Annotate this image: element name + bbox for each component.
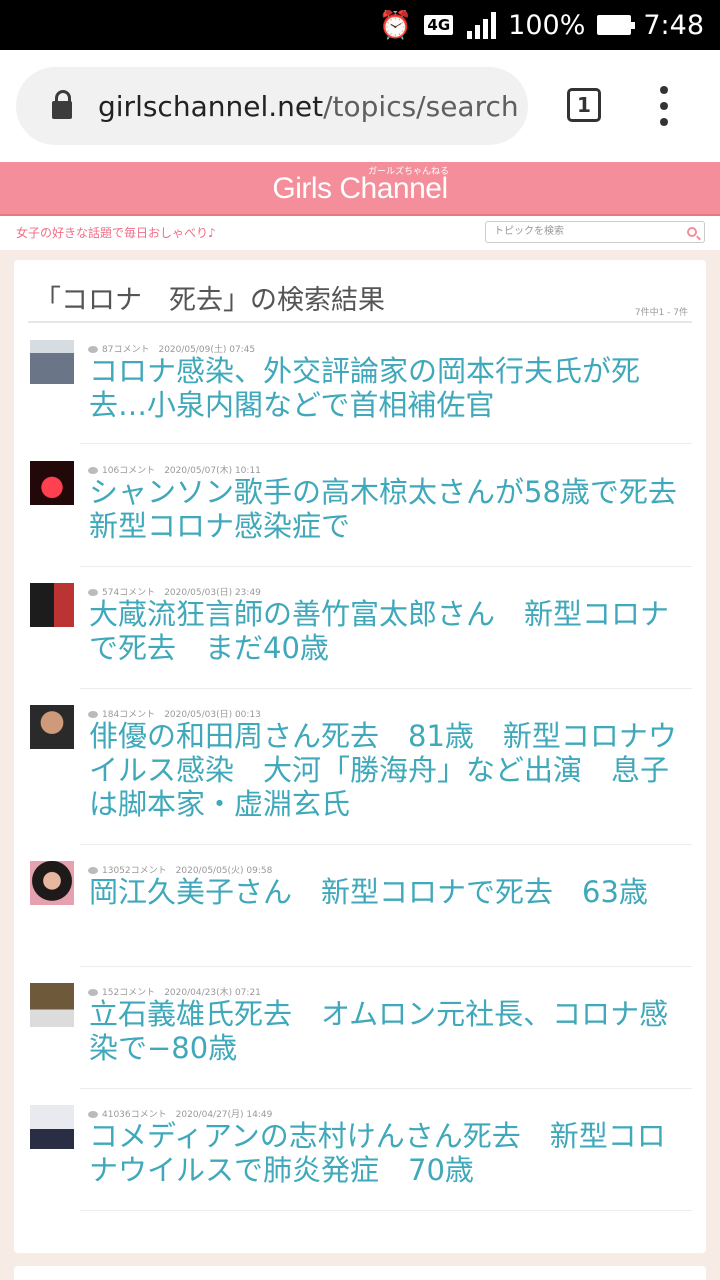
- result-count: 7件中1 - 7件: [634, 308, 688, 318]
- topic-title-link[interactable]: 大蔵流狂言師の善竹富太郎さん 新型コロナで死去 まだ40歳: [89, 597, 679, 665]
- comment-icon: [88, 1111, 98, 1118]
- topic-item[interactable]: 574コメント 2020/05/03(日) 23:49 大蔵流狂言師の善竹富太郎…: [28, 567, 692, 689]
- comment-icon: [88, 346, 98, 353]
- divider: [28, 321, 692, 323]
- comment-icon: [88, 467, 98, 474]
- topic-thumbnail[interactable]: [30, 983, 74, 1027]
- topic-item[interactable]: 184コメント 2020/05/03(日) 00:13 俳優の和田周さん死去 8…: [28, 689, 692, 845]
- tagline-row: 女子の好きな話題で毎日おしゃべり♪ トピックを検索: [0, 216, 720, 250]
- page-title: 「コロナ 死去」の検索結果: [34, 285, 385, 316]
- topic-thumbnail[interactable]: [30, 461, 74, 505]
- site-logo[interactable]: Girls Channel: [0, 172, 720, 206]
- topic-thumbnail[interactable]: [30, 583, 74, 627]
- comment-icon: [88, 589, 98, 596]
- comment-icon: [88, 711, 98, 718]
- alarm-icon: ⏰: [378, 10, 413, 41]
- comment-icon: [88, 989, 98, 996]
- topic-thumbnail[interactable]: [30, 1105, 74, 1149]
- divider: [80, 1210, 692, 1211]
- topic-item[interactable]: 152コメント 2020/04/23(木) 07:21 立石義雄氏死去 オムロン…: [28, 967, 692, 1089]
- browser-toolbar: girlschannel.net/topics/search 1: [0, 50, 720, 162]
- topic-thumbnail[interactable]: [30, 705, 74, 749]
- next-section-card: [14, 1266, 706, 1280]
- clock: 7:48: [643, 9, 704, 41]
- network-type: 4G: [424, 15, 454, 35]
- site-logo-kana: ガールズちゃんねる: [368, 167, 450, 177]
- site-header: Girls Channel ガールズちゃんねる: [0, 162, 720, 216]
- topic-search-input[interactable]: トピックを検索: [485, 221, 705, 243]
- tab-switcher-button[interactable]: 1: [567, 88, 601, 122]
- topic-title-link[interactable]: 俳優の和田周さん死去 81歳 新型コロナウイルス感染 大河「勝海舟」など出演 息…: [89, 719, 679, 821]
- status-bar: ⏰ 4G 100% 7:48: [0, 0, 720, 50]
- url-path: /topics/search: [323, 89, 519, 123]
- site-tagline: 女子の好きな話題で毎日おしゃべり♪: [16, 226, 216, 240]
- menu-dots-icon[interactable]: [657, 86, 671, 126]
- battery-percent: 100%: [508, 9, 586, 41]
- comment-icon: [88, 867, 98, 874]
- search-results-card: 「コロナ 死去」の検索結果 7件中1 - 7件 87コメント 2020/05/0…: [14, 260, 706, 1253]
- topic-item[interactable]: 87コメント 2020/05/09(土) 07:45 コロナ感染、外交評論家の岡…: [28, 324, 692, 444]
- search-icon[interactable]: [687, 227, 697, 237]
- topic-item[interactable]: 13052コメント 2020/05/05(火) 09:58 岡江久美子さん 新型…: [28, 845, 692, 967]
- signal-icon: [467, 11, 497, 39]
- search-placeholder: トピックを検索: [494, 226, 564, 237]
- topic-thumbnail[interactable]: [30, 340, 74, 384]
- topic-item[interactable]: 106コメント 2020/05/07(木) 10:11 シャンソン歌手の高木椋太…: [28, 445, 692, 567]
- address-bar[interactable]: girlschannel.net/topics/search: [16, 67, 528, 145]
- lock-icon[interactable]: [52, 90, 72, 119]
- battery-icon: [597, 15, 636, 35]
- topic-title-link[interactable]: 立石義雄氏死去 オムロン元社長、コロナ感染で−80歳: [89, 997, 679, 1065]
- topic-item[interactable]: 41036コメント 2020/04/27(月) 14:49 コメディアンの志村け…: [28, 1089, 692, 1211]
- topic-thumbnail[interactable]: [30, 861, 74, 905]
- network-indicator: 4G: [424, 15, 455, 35]
- url-text[interactable]: girlschannel.net/topics/search: [98, 90, 519, 123]
- topic-title-link[interactable]: コロナ感染、外交評論家の岡本行夫氏が死去…小泉内閣などで首相補佐官: [89, 354, 679, 422]
- topic-title-link[interactable]: シャンソン歌手の高木椋太さんが58歳で死去 新型コロナ感染症で: [89, 475, 679, 543]
- divider: [80, 443, 692, 444]
- topic-title-link[interactable]: コメディアンの志村けんさん死去 新型コロナウイルスで肺炎発症 70歳: [89, 1119, 679, 1187]
- topic-title-link[interactable]: 岡江久美子さん 新型コロナで死去 63歳: [89, 875, 679, 909]
- url-domain: girlschannel.net: [98, 89, 324, 123]
